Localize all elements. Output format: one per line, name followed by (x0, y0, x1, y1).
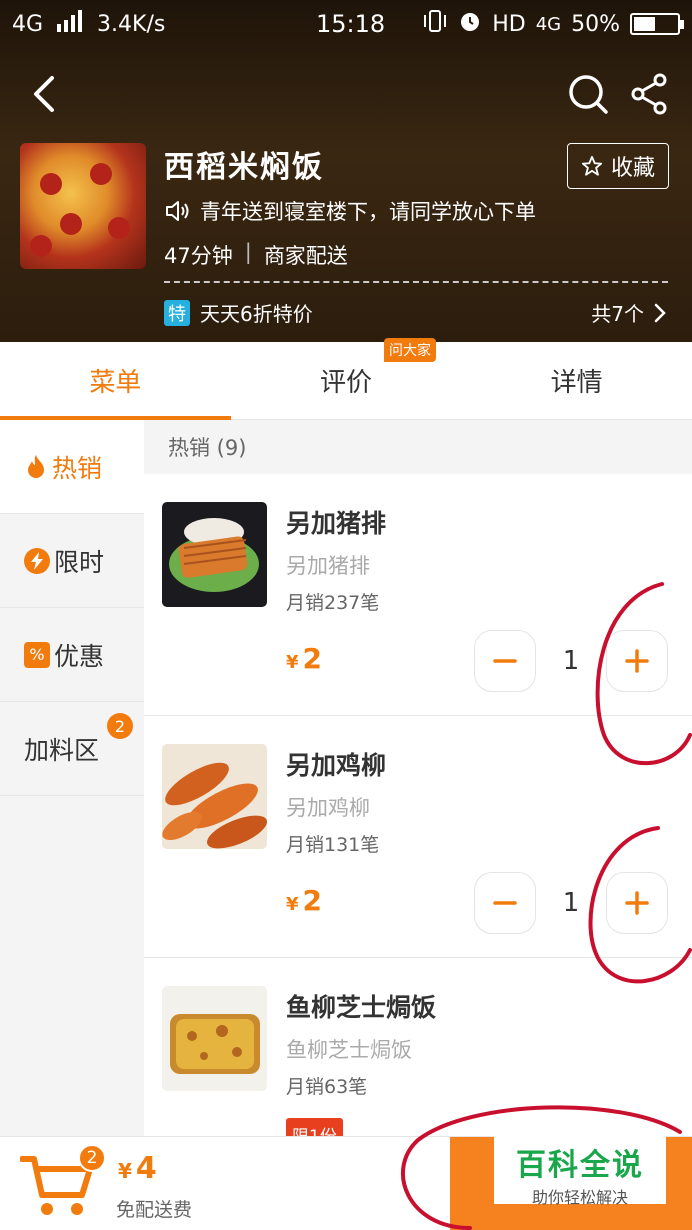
minus-icon (493, 901, 517, 905)
food-name: 另加猪排 (286, 509, 387, 538)
shipping-info: 免配送费 (116, 1199, 193, 1221)
menu-list: 热销 (9) 另加猪排 另加猪排 月销237笔 ¥2 1 另加鸡柳 另加鸡柳 月… (144, 420, 692, 1136)
plus-icon (625, 891, 649, 915)
promo-text: 天天6折特价 (200, 302, 313, 326)
vibrate-icon (422, 9, 448, 39)
quantity-value: 1 (562, 646, 580, 676)
food-image-fish-cheese-rice (162, 986, 267, 1091)
watermark-logo: 百科全说 助你轻松解决 (494, 1136, 666, 1207)
tab-menu[interactable]: 菜单 (0, 342, 231, 420)
shop-header: 4G 3.4K/s 15:18 HD 4G 50% 西稻米焖饭 收藏 青年送到寝… (0, 0, 692, 342)
food-item[interactable]: 鱼柳芝士焗饭 鱼柳芝士焗饭 月销63笔 限1份 (144, 958, 692, 1136)
shop-notice: 青年送到寝室楼下，请同学放心下单 (164, 196, 536, 226)
shop-logo (20, 143, 146, 269)
cart-total: ¥4 (118, 1151, 157, 1186)
food-price: ¥2 (286, 642, 322, 675)
food-desc: 另加猪排 (286, 554, 370, 578)
limit-badge: 限1份 (286, 1118, 343, 1136)
food-desc: 另加鸡柳 (286, 796, 370, 820)
star-icon (581, 155, 603, 176)
hd-indicator: HD (492, 11, 526, 37)
currency-symbol: ¥ (286, 652, 299, 673)
network-speed: 3.4K/s (97, 11, 166, 37)
favorite-label: 收藏 (610, 156, 655, 181)
food-name: 另加鸡柳 (286, 751, 387, 780)
sidebar-item-label: 热销 (52, 453, 103, 483)
status-bar: 4G 3.4K/s 15:18 HD 4G 50% (0, 0, 692, 46)
promo-row[interactable]: 特 天天6折特价 (164, 298, 313, 327)
notice-text: 青年送到寝室楼下，请同学放心下单 (200, 200, 536, 224)
sidebar-item-label: 加料区 (24, 735, 100, 765)
cart-count-badge: 2 (78, 1144, 106, 1172)
sidebar-item-hot[interactable]: 热销 (0, 420, 144, 514)
alarm-icon (458, 9, 482, 39)
watermark-title: 百科全说 (516, 1148, 644, 1183)
delivery-info: 47分钟 | 商家配送 (164, 240, 348, 270)
price-value: 2 (302, 642, 323, 675)
chevron-right-icon (654, 303, 666, 322)
extras-count-badge: 2 (107, 713, 133, 739)
section-title: 热销 (9) (144, 420, 692, 474)
sidebar-item-extras[interactable]: 加料区 2 (0, 702, 144, 796)
total-value: 4 (135, 1151, 157, 1186)
search-icon (569, 75, 608, 114)
lightning-icon (24, 547, 50, 574)
category-sidebar: 热销 限时 % 优惠 加料区 2 (0, 420, 144, 1136)
delivery-time: 47分钟 (164, 244, 233, 268)
food-item[interactable]: 另加鸡柳 另加鸡柳 月销131笔 ¥2 1 (144, 716, 692, 958)
food-item[interactable]: 另加猪排 另加猪排 月销237笔 ¥2 1 (144, 474, 692, 716)
decrease-button[interactable] (474, 630, 536, 692)
price-value: 2 (302, 884, 323, 917)
food-image-pork-cutlet (162, 502, 267, 607)
food-name: 鱼柳芝士焗饭 (286, 993, 437, 1022)
sidebar-item-label: 优惠 (54, 641, 105, 671)
network-indicator-right: 4G (535, 13, 562, 35)
favorite-button[interactable]: 收藏 (567, 143, 669, 189)
flame-icon (28, 454, 44, 478)
food-sales: 月销237笔 (286, 592, 380, 614)
currency-symbol: ¥ (118, 1159, 132, 1183)
tab-bar: 菜单 评价 详情 问大家 (0, 338, 692, 420)
quantity-stepper: 1 (474, 630, 668, 692)
delivery-separator: | (244, 240, 252, 264)
quantity-stepper: 1 (474, 872, 668, 934)
increase-button[interactable] (606, 630, 668, 692)
search-button[interactable] (566, 72, 610, 116)
ask-everyone-badge: 问大家 (384, 338, 436, 362)
food-desc: 鱼柳芝士焗饭 (286, 1038, 412, 1062)
signal-icon (57, 10, 83, 38)
sidebar-item-discount[interactable]: % 优惠 (0, 608, 144, 702)
shop-name: 西稻米焖饭 (164, 150, 324, 185)
sidebar-item-limited[interactable]: 限时 (0, 514, 144, 608)
promo-count: 共7个 (591, 302, 644, 326)
divider (164, 281, 668, 283)
speaker-icon (166, 201, 189, 221)
battery-level (634, 17, 655, 31)
share-button[interactable] (630, 72, 670, 116)
watermark-subtitle: 助你轻松解决 (531, 1188, 628, 1207)
delivery-mode: 商家配送 (263, 244, 348, 268)
back-button[interactable] (26, 72, 66, 116)
quantity-value: 1 (562, 888, 580, 918)
food-image-chicken-strips (162, 744, 267, 849)
promo-count-link[interactable]: 共7个 (591, 298, 666, 327)
network-indicator: 4G (12, 11, 44, 37)
promo-tag: 特 (164, 299, 190, 326)
sidebar-item-label: 限时 (54, 547, 105, 577)
plus-icon (625, 649, 649, 673)
decrease-button[interactable] (474, 872, 536, 934)
minus-icon (493, 659, 517, 663)
increase-button[interactable] (606, 872, 668, 934)
food-sales: 月销63笔 (286, 1076, 368, 1098)
percent-icon: % (24, 641, 50, 668)
tab-reviews-label: 评价 (320, 368, 373, 398)
battery-percent: 50% (571, 11, 620, 37)
currency-symbol: ¥ (286, 894, 299, 915)
battery-icon (630, 13, 684, 35)
share-icon (631, 73, 667, 115)
food-sales: 月销131笔 (286, 834, 380, 856)
food-price: ¥2 (286, 884, 322, 917)
tab-details[interactable]: 详情 (461, 342, 692, 419)
clock: 15:18 (316, 10, 386, 38)
